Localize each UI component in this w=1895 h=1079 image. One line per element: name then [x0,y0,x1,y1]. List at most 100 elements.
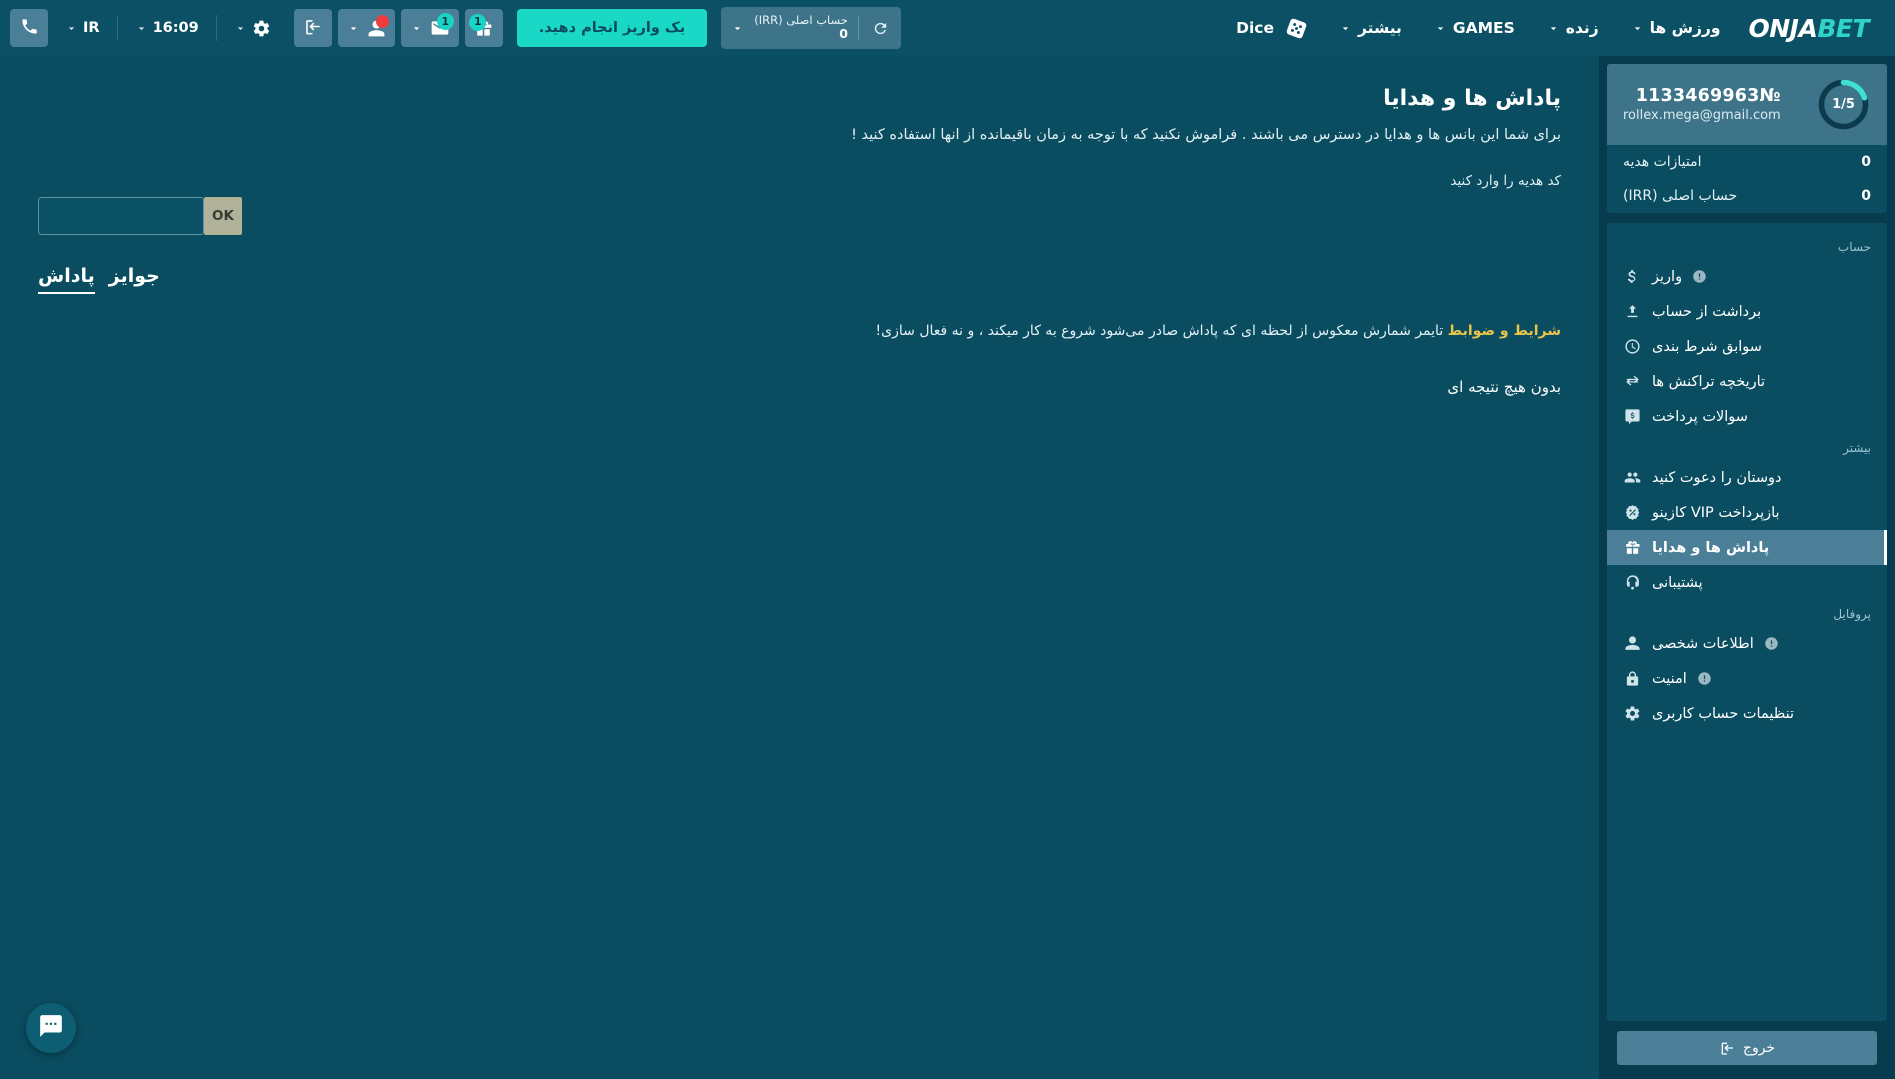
profile-menu-button[interactable] [337,9,395,47]
sidebar-item-label: تنظیمات حساب کاربری [1652,705,1795,722]
withdraw-upload-icon [1623,302,1642,321]
divider [215,15,217,41]
transfer-arrows-icon [1623,372,1642,391]
sidebar-item-label: سوابق شرط بندی [1652,338,1762,355]
account-row-main-balance: حساب اصلی (IRR) 0 [1607,179,1887,213]
sidebar-item-bet-history[interactable]: سوابق شرط بندی [1607,329,1887,364]
phone-button[interactable] [10,9,48,47]
page-subtitle: برای شما این بانس ها و هدایا در دسترس می… [851,127,1561,143]
logout-label: خروج [1742,1040,1776,1056]
logo-accent: BET [1817,13,1869,43]
sidebar-item-invite-friends[interactable]: دوستان را دعوت کنید [1607,460,1887,495]
promo-ok-button[interactable]: OK [204,196,242,235]
warning-icon [1764,636,1779,651]
logout-area: خروج [1607,1021,1887,1079]
gift-icon: 1 [469,13,493,38]
sidebar-item-label: امنیت [1652,670,1687,687]
country-label: IR [83,20,100,36]
sidebar-item-payment-questions[interactable]: سوالات پرداخت [1607,399,1887,434]
sidebar-item-label: سوالات پرداخت [1652,408,1748,425]
logo-primary: ONJA [1748,13,1818,43]
row-value: 0 [1861,154,1871,170]
chevron-down-icon [237,26,243,30]
balance-selector[interactable]: حساب اصلی (IRR) 0 [721,7,901,49]
account-id: №1133469963 [1635,86,1781,106]
chevron-down-icon [413,26,419,30]
gift-icon [1623,538,1642,557]
divider [857,16,859,40]
bonus-notice: شرایط و ضوابط تایمر شمارش معکوس از لحظه … [38,320,1561,342]
profile-badge [375,14,389,28]
phone-icon [20,17,39,40]
sidebar-item-transaction-history[interactable]: تاریخچه تراکنش ها [1607,364,1887,399]
messages-badge: 1 [436,13,454,30]
page-title: پاداش ها و هدایا [1383,86,1561,111]
warning-icon [1697,671,1712,686]
dice-icon [1284,16,1309,41]
promo-code-input[interactable] [38,196,204,235]
logout-button[interactable]: خروج [1617,1031,1877,1065]
profile-completion-ring: 1/5 [1816,77,1871,132]
gifts-badge: 1 [469,13,487,31]
sidebar-item-personal-info[interactable]: اطلاعات شخصی [1607,626,1887,661]
chevron-down-icon [1437,26,1444,30]
gifts-button[interactable]: 1 [464,9,503,47]
sidebar-item-label: پشتیبانی [1652,574,1703,591]
support-agent-icon [1623,573,1642,592]
sidebar-item-support[interactable]: پشتیبانی [1607,565,1887,600]
sidebar-item-security[interactable]: امنیت [1607,661,1887,696]
envelope-icon: 1 [430,13,454,38]
user-icon [367,14,389,38]
dice-label: Dice [1236,19,1274,37]
sidebar-item-casino-vip-cashback[interactable]: بازپرداخت VIP کازینو [1607,495,1887,530]
nav-item-games[interactable]: GAMES [1418,0,1531,56]
sidebar-item-label: بازپرداخت VIP کازینو [1652,504,1780,521]
sidebar-item-label: اطلاعات شخصی [1652,635,1754,652]
sidebar-item-deposit[interactable]: واریز [1607,259,1887,294]
country-selector[interactable]: IR [54,9,111,47]
account-header[interactable]: №1133469963 rollex.mega@gmail.com 1/5 [1607,64,1887,145]
dollar-icon [1623,267,1642,286]
site-logo[interactable]: ONJABET [1736,14,1885,43]
payment-chat-icon [1623,407,1642,426]
terms-and-conditions-link[interactable]: شرایط و ضوابط [1448,323,1561,339]
nav-dice[interactable]: Dice [1222,16,1323,41]
nav-item-live[interactable]: زنده [1531,0,1615,56]
account-row-bonus-points: امتیازات هدیه 0 [1607,145,1887,179]
promo-code-label: کد هدیه را وارد کنید [1450,172,1561,189]
sidebar-item-label: برداشت از حساب [1652,303,1762,320]
sidebar-item-label: دوستان را دعوت کنید [1652,469,1782,486]
chevron-down-icon [68,26,75,30]
chevron-down-icon [350,26,356,30]
nav-item-sports[interactable]: ورزش ها [1615,0,1737,56]
gear-icon [1623,704,1642,723]
tab-prizes[interactable]: جوایز [109,265,160,294]
topbar-right-cluster: Dice بیشتر GAMES زنده ورزش ها ONJABET [1222,0,1885,56]
chevron-down-icon [138,26,144,30]
tab-bonuses[interactable]: پاداش [38,265,95,294]
login-button[interactable] [293,9,332,47]
make-deposit-button[interactable]: یک واریز انجام دهید. [516,9,708,47]
settings-selector[interactable] [223,9,282,47]
account-summary-card: №1133469963 rollex.mega@gmail.com 1/5 ام… [1607,64,1887,213]
nav-label-games: GAMES [1452,19,1515,37]
sidebar-item-withdraw[interactable]: برداشت از حساب [1607,294,1887,329]
login-arrow-icon [303,17,322,40]
balance-amount: 0 [839,26,848,42]
refresh-icon[interactable] [869,16,893,40]
main-content: پاداش ها و هدایا برای شما این بانس ها و … [0,56,1599,1079]
time-selector[interactable]: 16:09 [124,9,210,47]
nav-label-sports: ورزش ها [1649,19,1721,37]
chat-support-button[interactable] [26,1003,76,1053]
menu-heading-more: بیشتر [1843,441,1871,455]
sidebar-item-account-settings[interactable]: تنظیمات حساب کاربری [1607,696,1887,731]
nav-item-more[interactable]: بیشتر [1323,0,1418,56]
account-sidebar: №1133469963 rollex.mega@gmail.com 1/5 ام… [1599,56,1895,1079]
empty-results-message: بدون هیچ نتیجه ای [1447,378,1561,397]
progress-label: 1/5 [1832,97,1855,112]
chevron-down-icon [1550,26,1556,30]
sidebar-item-bonuses-and-gifts[interactable]: پاداش ها و هدایا [1607,530,1887,565]
promo-code-row: OK [38,196,1561,235]
messages-menu-button[interactable]: 1 [400,9,459,47]
percent-badge-icon [1623,503,1642,522]
